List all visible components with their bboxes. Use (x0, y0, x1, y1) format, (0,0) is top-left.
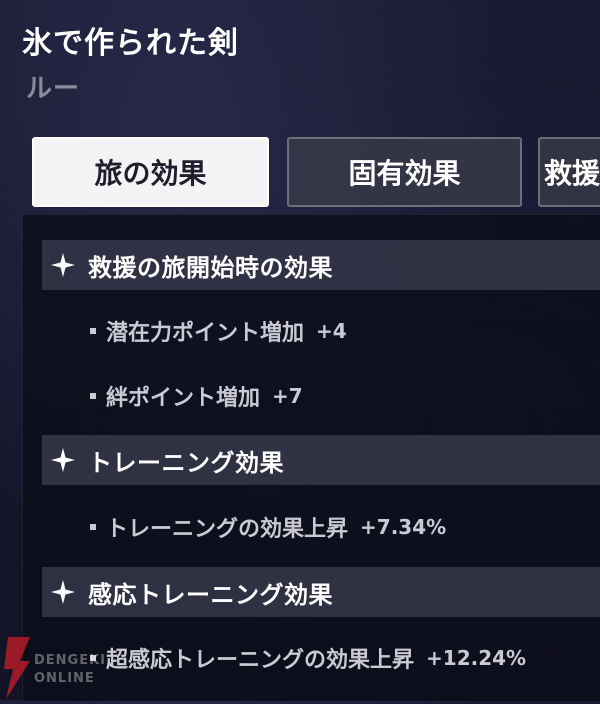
bullet-icon (90, 524, 96, 530)
lightning-icon (4, 637, 30, 699)
tab-rescue[interactable]: 救援 (538, 137, 600, 207)
section-title: トレーニング効果 (88, 448, 284, 477)
section-header-training: トレーニング効果 (42, 435, 600, 485)
watermark-logo: DENGEKI ONLINE (0, 635, 130, 700)
tab-label: 救援 (544, 157, 600, 190)
item-owner-name: ルー (26, 74, 81, 104)
section-header-rescue-start: 救援の旅開始時の効果 (42, 240, 600, 290)
effect-label: トレーニングの効果上昇 (106, 517, 349, 542)
effect-item: 絆ポイント増加 +7 (90, 380, 303, 412)
watermark-line1: DENGEKI (34, 653, 107, 668)
tab-unique-effects[interactable]: 固有効果 (287, 137, 522, 207)
effect-value: +7.34% (360, 515, 447, 539)
effect-label: 潜在力ポイント増加 (106, 321, 305, 346)
item-title: 氷で作られた剣 (22, 26, 239, 61)
tab-journey-effects[interactable]: 旅の効果 (32, 137, 269, 207)
effect-item: トレーニングの効果上昇 +7.34% (90, 511, 446, 543)
effect-item: 潜在力ポイント増加 +4 (90, 315, 347, 347)
bullet-icon (90, 393, 96, 399)
effect-value: +12.24% (426, 646, 527, 670)
sparkle-icon (50, 252, 76, 278)
effect-label: 超感応トレーニングの効果上昇 (106, 648, 415, 673)
effect-value: +4 (316, 319, 347, 343)
section-header-resonance-training: 感応トレーニング効果 (42, 567, 600, 617)
tab-label: 固有効果 (348, 157, 461, 190)
bullet-icon (90, 328, 96, 334)
effect-item: 超感応トレーニングの効果上昇 +12.24% (90, 642, 526, 674)
section-title: 救援の旅開始時の効果 (88, 253, 333, 282)
effect-value: +7 (272, 384, 303, 408)
watermark-line2: ONLINE (34, 671, 95, 686)
sparkle-icon (50, 447, 76, 473)
effect-label: 絆ポイント増加 (106, 386, 261, 411)
tab-label: 旅の効果 (94, 157, 207, 190)
sparkle-icon (50, 579, 76, 605)
section-title: 感応トレーニング効果 (88, 580, 333, 609)
